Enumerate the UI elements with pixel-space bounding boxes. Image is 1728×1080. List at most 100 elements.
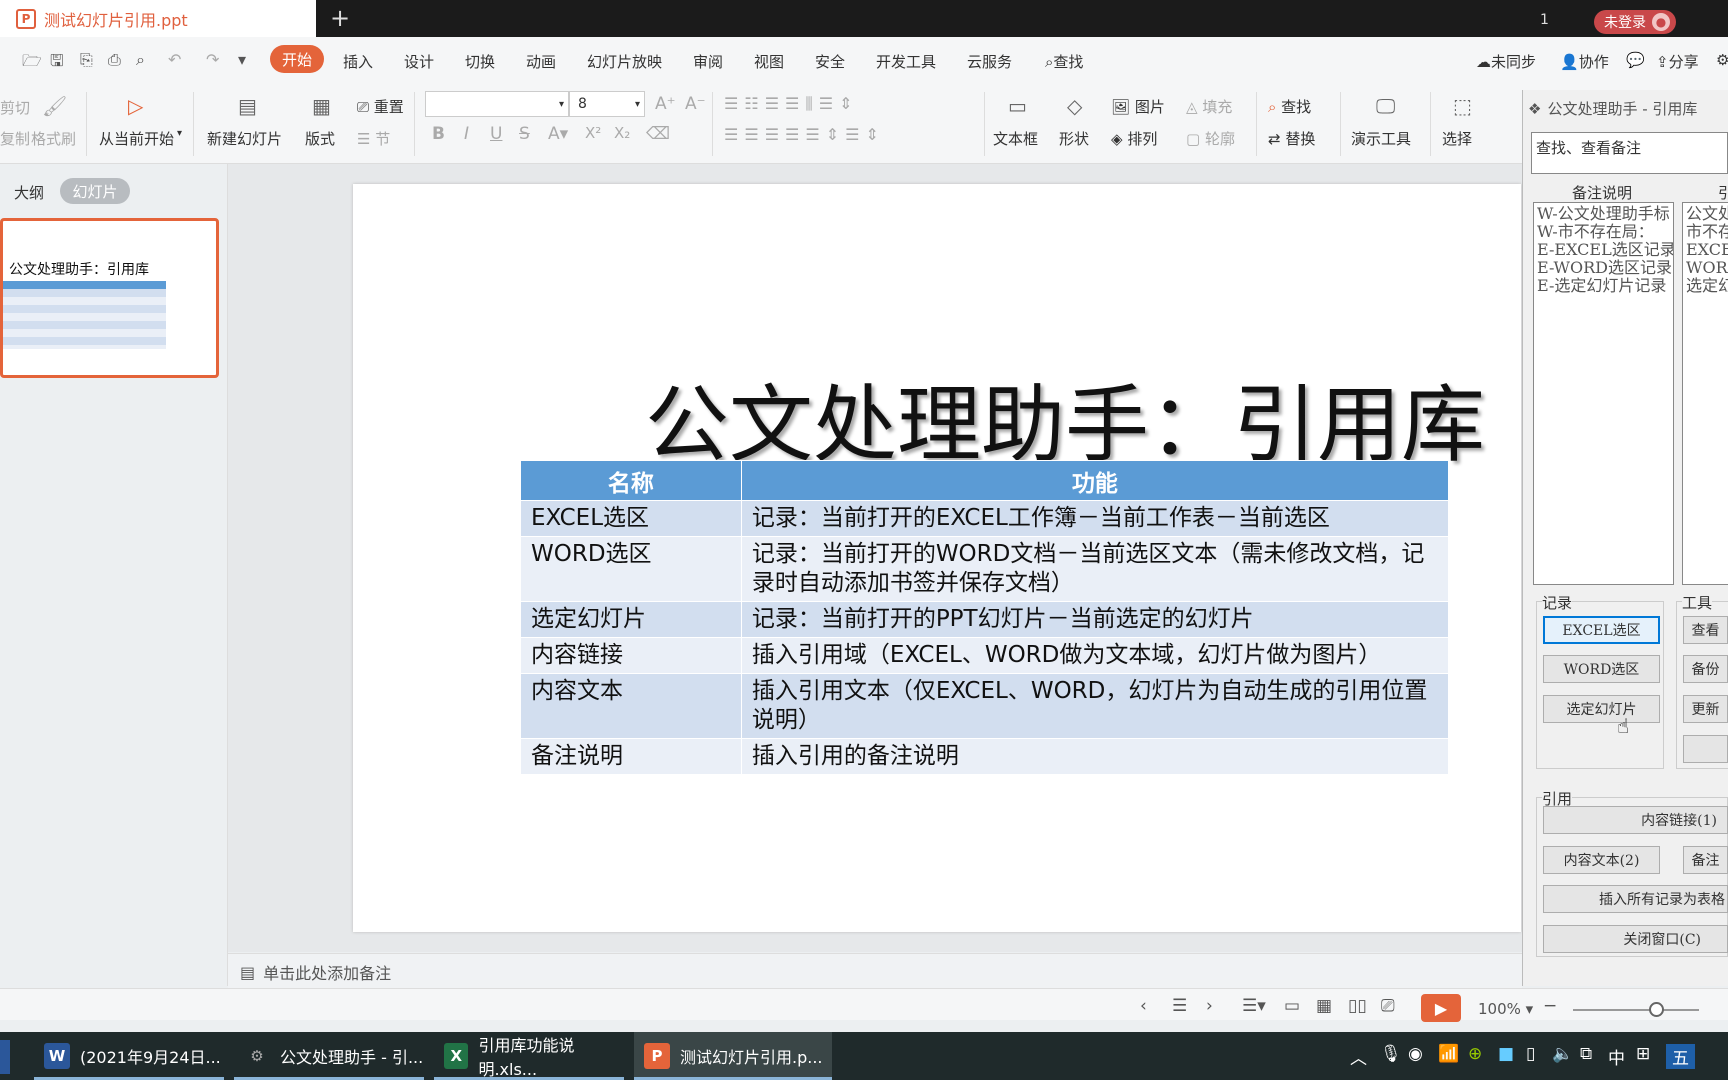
list-item[interactable]: EXCEL: [1686, 241, 1728, 259]
prev-slide-icon[interactable]: ‹: [1140, 996, 1147, 1016]
menu-search[interactable]: ⌕查找: [1045, 51, 1083, 72]
redo-icon[interactable]: ↷: [206, 50, 219, 69]
search-input[interactable]: 查找、查看备注: [1531, 132, 1728, 174]
sync-status[interactable]: ☁未同步: [1476, 51, 1536, 72]
content-text-button[interactable]: 内容文本(2): [1543, 846, 1660, 874]
strikethrough-icon[interactable]: S: [519, 124, 530, 144]
next-slide-icon[interactable]: ›: [1206, 996, 1213, 1016]
slideshow-play-button[interactable]: ▶: [1421, 994, 1461, 1022]
menu-tab-design[interactable]: 设计: [404, 51, 434, 72]
cut-button[interactable]: 剪切: [0, 97, 30, 118]
textbox-button[interactable]: 文本框: [993, 128, 1038, 149]
share-button[interactable]: ⇪分享: [1656, 51, 1699, 72]
find-button[interactable]: ⌕ 查找: [1268, 96, 1311, 117]
list-item[interactable]: 公文处: [1686, 205, 1728, 223]
menu-tab-devtools[interactable]: 开发工具: [876, 51, 936, 72]
menu-tab-view[interactable]: 视图: [754, 51, 784, 72]
new-tab-button[interactable]: +: [330, 4, 350, 32]
outline-button[interactable]: ▢ 轮廓: [1186, 128, 1235, 149]
login-button[interactable]: 未登录 ●: [1594, 10, 1676, 34]
tab-slides[interactable]: 幻灯片: [60, 178, 130, 204]
view-button[interactable]: 查看: [1683, 616, 1728, 644]
arrange-button[interactable]: ◈ 排列: [1111, 128, 1157, 149]
alignment-tools-icon[interactable]: ☰☰☰☰☰⇕☰⇕: [724, 125, 885, 144]
menu-tab-cloud[interactable]: 云服务: [967, 51, 1012, 72]
window-switch-icon[interactable]: ⧉: [1580, 1044, 1592, 1064]
list-item[interactable]: WORD选: [1686, 259, 1728, 277]
tab-outline[interactable]: 大纲: [14, 182, 44, 203]
record-icon[interactable]: ⎚: [1381, 996, 1395, 1016]
taskbar-item-word[interactable]: W (2021年9月24日...: [34, 1032, 224, 1080]
format-painter-button[interactable]: 格式刷: [31, 128, 76, 149]
list-item[interactable]: 市不存: [1686, 223, 1728, 241]
selected-slide-button[interactable]: 选定幻灯片: [1543, 695, 1660, 723]
green-tray-icon[interactable]: ⊕: [1468, 1044, 1482, 1064]
bold-icon[interactable]: B: [432, 124, 445, 144]
tools-extra-button[interactable]: [1683, 735, 1728, 763]
menu-tab-start[interactable]: 开始: [270, 45, 324, 73]
list-item[interactable]: 选定幻: [1686, 277, 1728, 295]
wifi-icon[interactable]: 📶: [1438, 1044, 1459, 1064]
open-file-icon[interactable]: 🗁: [22, 50, 42, 77]
ime-chinese-indicator[interactable]: 中: [1608, 1044, 1625, 1069]
close-window-button[interactable]: 关闭窗口(C): [1543, 925, 1728, 953]
print-icon[interactable]: ⎙: [108, 50, 121, 70]
dropdown-arrow-icon[interactable]: ▾: [177, 128, 182, 139]
reference-listbox[interactable]: 公文处 市不存 EXCEL WORD选 选定幻: [1682, 202, 1728, 585]
list-item[interactable]: W-市不存在局：: [1537, 223, 1670, 241]
font-color-icon[interactable]: A▾: [548, 124, 568, 144]
slide-table[interactable]: 名称 功能 EXCEL选区 记录：当前打开的EXCEL工作簿－当前工作表－当前选…: [520, 460, 1450, 775]
zoom-level[interactable]: 100% ▾: [1478, 1000, 1533, 1018]
excel-selection-button[interactable]: EXCEL选区: [1543, 616, 1660, 644]
settings-gear-icon[interactable]: ⚙: [1716, 51, 1728, 69]
list-item[interactable]: W-公文处理助手标: [1537, 205, 1670, 223]
customize-dropdown-icon[interactable]: ▾: [238, 50, 246, 69]
word-selection-button[interactable]: WORD选区: [1543, 655, 1660, 683]
tray-overflow-icon[interactable]: ︿: [1350, 1044, 1367, 1069]
update-button[interactable]: 更新: [1683, 695, 1728, 723]
app-tray-icon[interactable]: ◉: [1408, 1044, 1423, 1064]
backup-button[interactable]: 备份: [1683, 655, 1728, 683]
underline-icon[interactable]: U: [490, 124, 502, 144]
square-tray-icon[interactable]: ■: [1498, 1044, 1514, 1064]
battery-icon[interactable]: ▯: [1526, 1044, 1535, 1064]
list-item[interactable]: E-EXCEL选区记录: [1537, 241, 1673, 259]
font-size-combo[interactable]: 8 ▾: [569, 91, 645, 117]
document-tab[interactable]: P 测试幻灯片引用.ppt: [0, 0, 316, 37]
shape-button[interactable]: 形状: [1059, 128, 1089, 149]
menu-tab-slideshow[interactable]: 幻灯片放映: [587, 51, 662, 72]
normal-view-icon[interactable]: ▭: [1284, 996, 1300, 1016]
replace-button[interactable]: ⇄ 替换: [1268, 128, 1315, 149]
picture-button[interactable]: 🖼 图片: [1111, 96, 1165, 117]
play-from-current-button[interactable]: 从当前开始: [99, 128, 174, 149]
taskbar-item-helper[interactable]: ⚙ 公文处理助手 - 引...: [234, 1032, 424, 1080]
new-slide-button[interactable]: 新建幻灯片: [207, 128, 282, 149]
paragraph-tools-icon[interactable]: ☰☷☰☰⫼☰⇕: [724, 94, 859, 114]
undo-icon[interactable]: ↶: [168, 50, 181, 69]
shrink-font-icon[interactable]: A⁻: [685, 94, 706, 114]
save-icon[interactable]: 🖫: [50, 50, 64, 77]
font-family-combo[interactable]: ▾: [425, 91, 569, 117]
copy-button[interactable]: 复制: [0, 128, 30, 149]
list-item[interactable]: E-选定幻灯片记录: [1537, 277, 1670, 295]
clear-format-icon[interactable]: ⌫: [646, 124, 670, 144]
menu-tab-security[interactable]: 安全: [815, 51, 845, 72]
comment-icon[interactable]: 💬: [1626, 51, 1645, 69]
layout-button[interactable]: 版式: [305, 128, 335, 149]
taskbar-item-ppt[interactable]: P 测试幻灯片引用.p...: [634, 1032, 832, 1080]
subscript-icon[interactable]: X₂: [614, 124, 630, 142]
sorter-view-icon[interactable]: ▦: [1316, 996, 1332, 1016]
menu-tab-animation[interactable]: 动画: [526, 51, 556, 72]
reset-button[interactable]: ⎚ 重置: [357, 96, 404, 117]
presenter-tools-button[interactable]: 演示工具: [1351, 128, 1411, 149]
notes-toggle-icon[interactable]: ☰▾: [1242, 996, 1266, 1016]
menu-tab-review[interactable]: 审阅: [693, 51, 723, 72]
slide-list-icon[interactable]: ☰: [1172, 996, 1187, 1016]
notes-placeholder[interactable]: ▤ 单击此处添加备注: [228, 953, 1522, 990]
collab-button[interactable]: 👤协作: [1560, 51, 1609, 72]
superscript-icon[interactable]: X²: [585, 124, 601, 142]
grow-font-icon[interactable]: A⁺: [655, 94, 676, 114]
slide-thumbnail[interactable]: 公文处理助手：引用库: [0, 218, 219, 378]
menu-tab-transition[interactable]: 切换: [465, 51, 495, 72]
preview-icon[interactable]: ⌕: [136, 50, 145, 70]
